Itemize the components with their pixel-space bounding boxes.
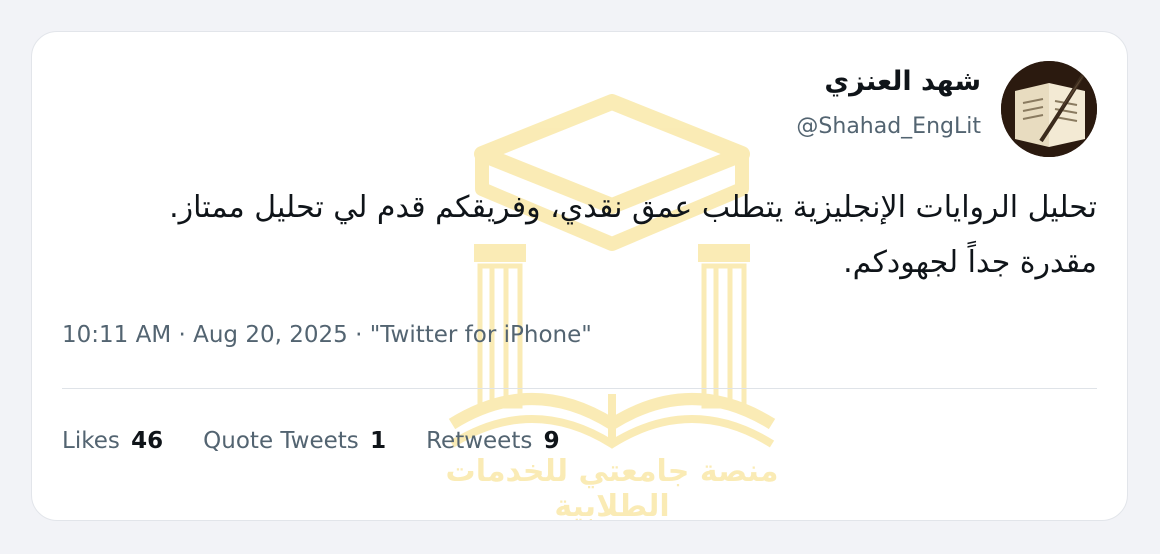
divider bbox=[62, 388, 1097, 389]
tweet-meta: 10:11 AM · Aug 20, 2025 · "Twitter for i… bbox=[62, 322, 592, 348]
watermark-text: منصة جامعتي للخدمات الطلابية bbox=[445, 454, 779, 521]
avatar[interactable] bbox=[1001, 61, 1097, 157]
meta-separator: · bbox=[355, 322, 363, 348]
tweet-time[interactable]: 10:11 AM bbox=[62, 322, 171, 348]
tweet-text-line-2: مقدرة جداً لجهودكم. bbox=[843, 245, 1097, 280]
tweet-source: "Twitter for iPhone" bbox=[369, 322, 592, 348]
retweets-label: Retweets bbox=[426, 428, 533, 454]
tweet-date[interactable]: Aug 20, 2025 bbox=[193, 322, 348, 348]
author-handle[interactable]: @Shahad_EngLit bbox=[796, 114, 981, 139]
quote-tweets-label: Quote Tweets bbox=[203, 428, 359, 454]
likes-count: 46 bbox=[131, 428, 164, 454]
meta-separator: · bbox=[178, 322, 186, 348]
tweet-stats: Likes 46 Quote Tweets 1 Retweets 9 bbox=[62, 428, 600, 454]
quote-tweets-stat[interactable]: Quote Tweets 1 bbox=[203, 428, 386, 454]
quote-tweets-count: 1 bbox=[370, 428, 387, 454]
likes-label: Likes bbox=[62, 428, 120, 454]
tweet-card: منصة جامعتي للخدمات الطلابية شهد العنزي … bbox=[31, 31, 1128, 521]
tweet-text: تحليل الروايات الإنجليزية يتطلب عمق نقدي… bbox=[57, 180, 1097, 290]
retweets-stat[interactable]: Retweets 9 bbox=[426, 428, 560, 454]
book-quill-avatar-icon bbox=[1001, 61, 1097, 157]
likes-stat[interactable]: Likes 46 bbox=[62, 428, 163, 454]
tweet-text-line-1: تحليل الروايات الإنجليزية يتطلب عمق نقدي… bbox=[169, 190, 1097, 225]
author-name[interactable]: شهد العنزي bbox=[824, 66, 981, 97]
retweets-count: 9 bbox=[543, 428, 560, 454]
